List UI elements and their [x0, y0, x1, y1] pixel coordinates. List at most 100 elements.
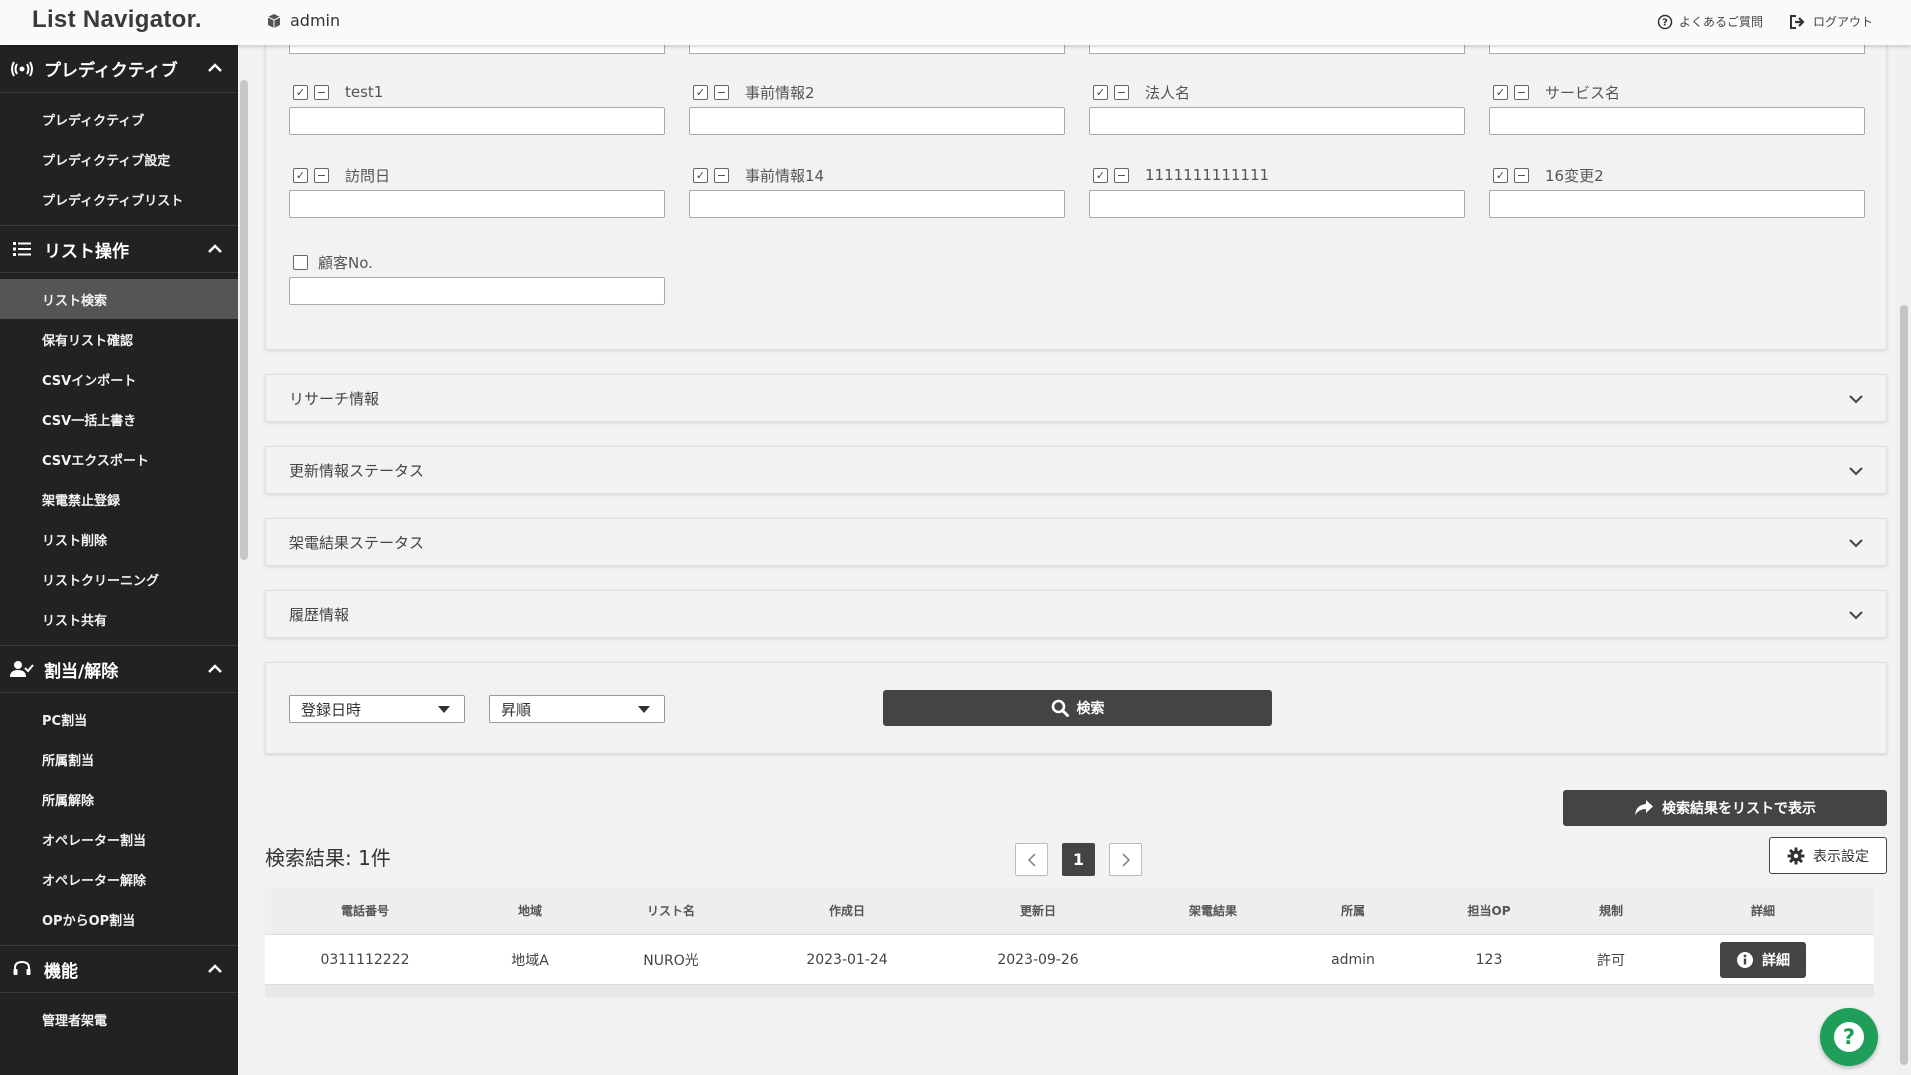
chevron-down-icon[interactable] [1846, 389, 1866, 409]
col-updated[interactable]: 更新日 [947, 902, 1129, 919]
field-pre-info-14: ✓ − 事前情報14 [689, 164, 1065, 218]
sidebar-section-assign[interactable]: 割当/解除 [0, 645, 238, 693]
chevron-up-icon[interactable] [206, 660, 224, 678]
sidebar-item-csv-overwrite[interactable]: CSV一括上書き [0, 399, 238, 439]
sidebar-item-list-delete[interactable]: リスト削除 [0, 519, 238, 559]
sidebar-item-predictive-list[interactable]: プレディクティブリスト [0, 179, 238, 219]
col-created[interactable]: 作成日 [747, 902, 947, 919]
chevron-down-icon[interactable] [1846, 461, 1866, 481]
table-horizontal-scrollbar[interactable] [265, 985, 1874, 997]
sidebar-item-predictive[interactable]: プレディクティブ [0, 99, 238, 139]
accordion-call-result-status[interactable]: 架電結果ステータス [265, 518, 1887, 566]
checkbox-minus-icon[interactable]: − [1114, 167, 1129, 183]
chevron-down-icon[interactable] [1846, 533, 1866, 553]
main-scrollbar-thumb[interactable] [1900, 305, 1908, 1065]
sidebar-item-operator-release[interactable]: オペレーター解除 [0, 859, 238, 899]
question-circle-icon: ? [1657, 14, 1673, 29]
field-input[interactable] [289, 190, 665, 218]
field-input[interactable] [289, 107, 665, 135]
field-numeric: ✓ − 1111111111111 [1089, 164, 1465, 218]
checkbox-minus-icon[interactable]: − [314, 167, 329, 183]
page-button-1[interactable]: 1 [1062, 843, 1095, 876]
search-button[interactable]: 検索 [883, 690, 1272, 726]
checkbox-minus-icon[interactable]: − [714, 84, 729, 100]
sidebar-item-list-search[interactable]: リスト検索 [0, 279, 238, 319]
sort-field-select[interactable]: 登録日時 [289, 695, 465, 723]
show-results-as-list-button[interactable]: 検索結果をリストで表示 [1563, 790, 1887, 826]
col-restriction[interactable]: 規制 [1569, 902, 1653, 919]
checkbox-minus-icon[interactable]: − [1514, 84, 1529, 100]
sidebar-item-owned-lists[interactable]: 保有リスト確認 [0, 319, 238, 359]
sidebar-item-csv-import[interactable]: CSVインポート [0, 359, 238, 399]
checkbox-minus-icon[interactable]: − [714, 167, 729, 183]
sidebar-item-dept-assign[interactable]: 所属割当 [0, 739, 238, 779]
checkbox-minus-icon[interactable]: − [314, 84, 329, 100]
checkbox-checked-icon[interactable]: ✓ [1093, 167, 1108, 183]
info-circle-icon [1737, 951, 1753, 968]
faq-link[interactable]: ? よくあるご質問 [1657, 13, 1763, 30]
sidebar-section-label: リスト操作 [44, 241, 129, 262]
sidebar-section-list-ops[interactable]: リスト操作 [0, 225, 238, 273]
field-label: 顧客No. [318, 253, 373, 272]
sidebar-section-predictive[interactable]: プレディクティブ [0, 45, 238, 93]
checkbox-checked-icon[interactable]: ✓ [1493, 84, 1508, 100]
checkbox-checked-icon[interactable]: ✓ [293, 84, 308, 100]
sidebar-item-admin-call[interactable]: 管理者架電 [0, 999, 238, 1039]
display-settings-button[interactable]: 表示設定 [1769, 837, 1887, 874]
col-department[interactable]: 所属 [1297, 902, 1409, 919]
sidebar-scrollbar[interactable] [240, 80, 248, 560]
sidebar-item-operator-assign[interactable]: オペレーター割当 [0, 819, 238, 859]
sidebar-item-predictive-settings[interactable]: プレディクティブ設定 [0, 139, 238, 179]
field-input[interactable] [1089, 107, 1465, 135]
chevron-down-icon[interactable] [1846, 605, 1866, 625]
sort-order-select[interactable]: 昇順 [489, 695, 665, 723]
user-check-icon [10, 660, 34, 678]
caret-down-icon [638, 706, 650, 713]
sidebar-item-call-block[interactable]: 架電禁止登録 [0, 479, 238, 519]
chevron-up-icon[interactable] [206, 59, 224, 77]
field-input[interactable] [1489, 190, 1865, 218]
accordion-research-info[interactable]: リサーチ情報 [265, 374, 1887, 422]
col-phone[interactable]: 電話番号 [265, 902, 465, 919]
col-operator[interactable]: 担当OP [1409, 902, 1569, 919]
chevron-up-icon[interactable] [206, 960, 224, 978]
user-indicator: admin [266, 11, 340, 30]
sidebar-item-list-cleaning[interactable]: リストクリーニング [0, 559, 238, 599]
sidebar-section-features[interactable]: 機能 [0, 945, 238, 993]
field-input[interactable] [1489, 107, 1865, 135]
field-input[interactable] [1089, 190, 1465, 218]
field-input[interactable] [689, 107, 1065, 135]
checkbox-minus-icon[interactable]: − [1514, 167, 1529, 183]
checkbox-minus-icon[interactable]: − [1114, 84, 1129, 100]
table-row[interactable]: 0311112222 地域A NURO光 2023-01-24 2023-09-… [265, 935, 1874, 985]
checkbox-checked-icon[interactable]: ✓ [693, 84, 708, 100]
sidebar-item-list-share[interactable]: リスト共有 [0, 599, 238, 639]
col-call-result[interactable]: 架電結果 [1129, 902, 1297, 919]
prev-page-button[interactable] [1015, 843, 1048, 876]
accordion-update-status[interactable]: 更新情報ステータス [265, 446, 1887, 494]
logout-link[interactable]: ログアウト [1789, 13, 1873, 30]
checkbox-checked-icon[interactable]: ✓ [693, 167, 708, 183]
col-detail[interactable]: 詳細 [1653, 902, 1873, 919]
next-page-button[interactable] [1109, 843, 1142, 876]
col-list-name[interactable]: リスト名 [595, 902, 747, 919]
accordion-history-info[interactable]: 履歴情報 [265, 590, 1887, 638]
sidebar-item-csv-export[interactable]: CSVエクスポート [0, 439, 238, 479]
checkbox-checked-icon[interactable]: ✓ [293, 167, 308, 183]
results-table: 電話番号 地域 リスト名 作成日 更新日 架電結果 所属 担当OP 規制 詳細 … [265, 887, 1874, 997]
col-region[interactable]: 地域 [465, 902, 595, 919]
accordion-label: リサーチ情報 [289, 389, 380, 408]
field-input[interactable] [289, 277, 665, 305]
sidebar-item-dept-release[interactable]: 所属解除 [0, 779, 238, 819]
checkbox-unchecked-icon[interactable] [293, 254, 308, 270]
checkbox-checked-icon[interactable]: ✓ [1493, 167, 1508, 183]
help-fab-button[interactable]: ? [1820, 1008, 1878, 1066]
chevron-up-icon[interactable] [206, 240, 224, 258]
field-input[interactable] [689, 190, 1065, 218]
detail-button[interactable]: 詳細 [1720, 941, 1806, 978]
display-settings-label: 表示設定 [1813, 848, 1869, 865]
sidebar-item-pc-assign[interactable]: PC割当 [0, 699, 238, 739]
sidebar-item-op-to-op[interactable]: OPからOP割当 [0, 899, 238, 939]
app-logo[interactable]: List Navigator. [32, 6, 202, 34]
checkbox-checked-icon[interactable]: ✓ [1093, 84, 1108, 100]
